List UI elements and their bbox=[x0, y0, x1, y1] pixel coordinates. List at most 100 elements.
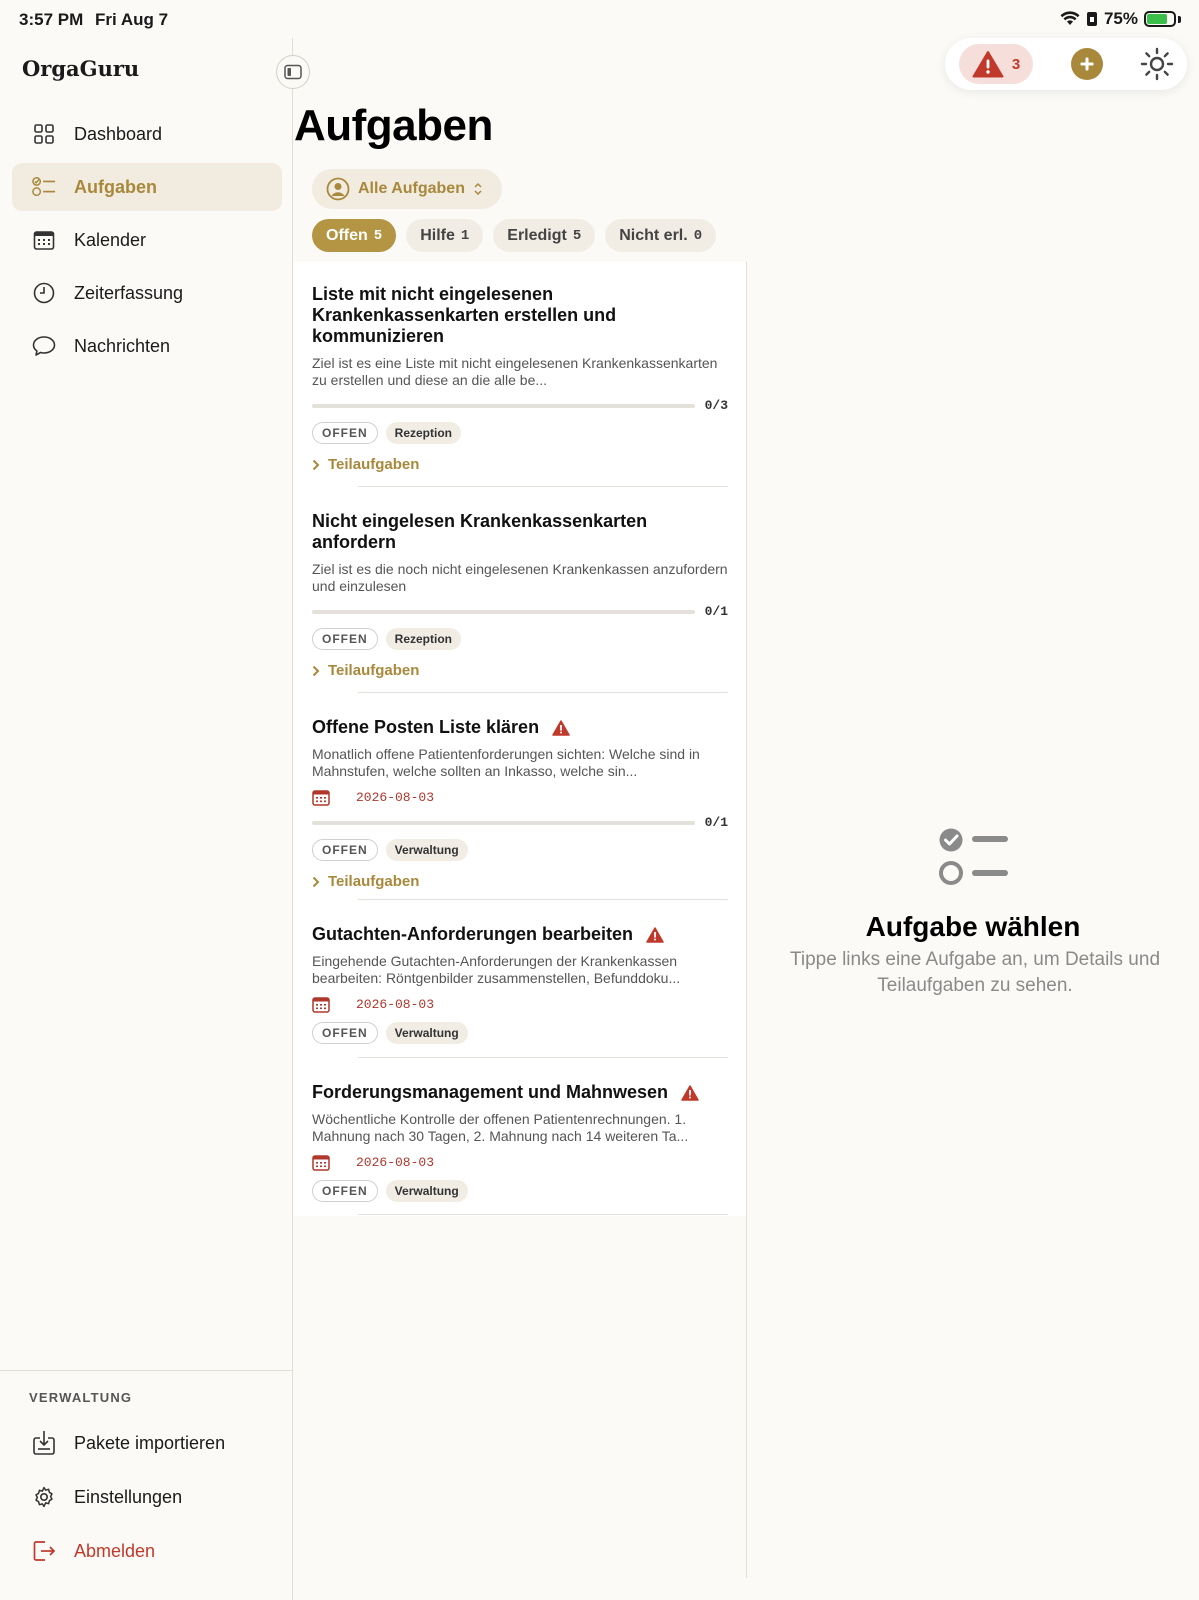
task-card[interactable]: Liste mit nicht eingelesenen Krankenkass… bbox=[312, 284, 728, 473]
task-tags: OFFEN Verwaltung bbox=[312, 1022, 728, 1044]
progress-label: 0/1 bbox=[704, 815, 728, 830]
task-card[interactable]: Forderungsmanagement und Mahnwesen Wöche… bbox=[312, 1082, 728, 1202]
task-title: Offene Posten Liste klären bbox=[312, 717, 728, 738]
plus-icon bbox=[1080, 57, 1094, 71]
tab-offen[interactable]: Offen 5 bbox=[312, 219, 397, 252]
subtasks-label: Teilaufgaben bbox=[328, 456, 420, 473]
sidebar-item-kalender[interactable]: Kalender bbox=[12, 216, 282, 264]
task-progress: 0/3 bbox=[312, 398, 728, 413]
tab-label: Offen bbox=[326, 226, 368, 244]
status-badge: OFFEN bbox=[312, 1022, 378, 1044]
calendar-icon bbox=[312, 1155, 330, 1171]
task-title-text: Gutachten-Anforderungen bearbeiten bbox=[312, 924, 634, 944]
task-description: Eingehende Gutachten-Anforderungen der K… bbox=[312, 953, 681, 986]
filter-dropdown[interactable]: Alle Aufgaben bbox=[312, 169, 502, 209]
subtasks-label: Teilaufgaben bbox=[328, 662, 420, 679]
main-nav: Dashboard Aufgaben Kalender Zeiterfassun… bbox=[12, 110, 282, 375]
logout-icon bbox=[32, 1539, 56, 1563]
status-date: Fri Aug 7 bbox=[95, 10, 169, 29]
battery-percent: 75% bbox=[1103, 9, 1138, 28]
tab-count: 5 bbox=[373, 227, 383, 244]
alert-count: 3 bbox=[1011, 55, 1021, 73]
person-circle-icon bbox=[326, 177, 350, 201]
sidebar-item-dashboard[interactable]: Dashboard bbox=[12, 110, 282, 158]
divider bbox=[358, 1057, 728, 1058]
sidebar-item-label: Nachrichten bbox=[74, 335, 171, 356]
alerts-button[interactable]: 3 bbox=[959, 44, 1033, 84]
divider bbox=[358, 486, 728, 487]
sidebar-item-aufgaben[interactable]: Aufgaben bbox=[12, 163, 282, 211]
lock-rotation-icon bbox=[1086, 12, 1097, 26]
due-date: 2026-08-03 bbox=[312, 1154, 728, 1171]
sidebar: OrgaGuru Dashboard Aufgaben Kalender Zei… bbox=[0, 38, 310, 1600]
sidebar-item-label: Aufgaben bbox=[74, 176, 157, 197]
task-progress: 0/1 bbox=[312, 815, 728, 830]
task-title-text: Offene Posten Liste klären bbox=[312, 717, 540, 737]
subtasks-label: Teilaufgaben bbox=[328, 873, 420, 890]
task-title: Nicht eingelesen Krankenkassenkarten anf… bbox=[312, 511, 648, 552]
sidebar-item-label: Dashboard bbox=[74, 123, 163, 144]
divider bbox=[358, 692, 728, 693]
task-description: Ziel ist es eine Liste mit nicht eingele… bbox=[312, 355, 718, 388]
admin-nav: Pakete importieren Einstellungen Abmelde… bbox=[12, 1418, 282, 1580]
divider bbox=[358, 899, 728, 900]
due-date-text: 2026-08-03 bbox=[356, 997, 435, 1012]
calendar-icon bbox=[312, 790, 330, 806]
progress-label: 0/3 bbox=[704, 398, 728, 413]
chevron-right-icon bbox=[312, 876, 320, 887]
sidebar-toggle-button[interactable] bbox=[276, 55, 310, 89]
progress-bar bbox=[312, 820, 695, 825]
chevron-right-icon bbox=[312, 459, 320, 470]
subtasks-toggle[interactable]: Teilaufgaben bbox=[312, 456, 728, 473]
warning-icon bbox=[681, 1085, 699, 1101]
empty-state-title: Aufgabe wählen bbox=[865, 911, 1081, 942]
due-date: 2026-08-03 bbox=[312, 789, 728, 806]
category-badge: Rezeption bbox=[385, 422, 462, 444]
tab-nicht-erledigt[interactable]: Nicht erl. 0 bbox=[605, 219, 717, 252]
progress-bar bbox=[312, 609, 695, 614]
warning-icon bbox=[552, 720, 570, 736]
calendar-icon bbox=[312, 997, 330, 1013]
gear-icon bbox=[32, 1485, 56, 1509]
sidebar-item-nachrichten[interactable]: Nachrichten bbox=[12, 322, 282, 370]
tab-count: 5 bbox=[572, 227, 582, 244]
tab-hilfe[interactable]: Hilfe 1 bbox=[406, 219, 484, 252]
checklist-placeholder-icon bbox=[939, 828, 1008, 885]
task-title: Forderungsmanagement und Mahnwesen bbox=[312, 1082, 728, 1103]
status-badge: OFFEN bbox=[312, 628, 378, 650]
theme-toggle-button[interactable] bbox=[1138, 45, 1176, 83]
sidebar-item-pakete-importieren[interactable]: Pakete importieren bbox=[12, 1418, 282, 1468]
task-card[interactable]: Nicht eingelesen Krankenkassenkarten anf… bbox=[312, 511, 728, 679]
sidebar-item-zeiterfassung[interactable]: Zeiterfassung bbox=[12, 269, 282, 317]
top-toolbar: 3 bbox=[945, 38, 1187, 90]
task-card[interactable]: Gutachten-Anforderungen bearbeiten Einge… bbox=[312, 924, 728, 1044]
tab-erledigt[interactable]: Erledigt 5 bbox=[493, 219, 596, 252]
checklist-icon bbox=[32, 175, 56, 199]
warning-icon bbox=[972, 51, 1004, 78]
task-title-text: Forderungsmanagement und Mahnwesen bbox=[312, 1082, 669, 1102]
brand-logo: OrgaGuru bbox=[22, 56, 140, 81]
chevron-right-icon bbox=[312, 665, 320, 676]
task-title: Gutachten-Anforderungen bearbeiten bbox=[312, 924, 728, 945]
category-badge: Rezeption bbox=[385, 628, 462, 650]
task-tags: OFFEN Verwaltung bbox=[312, 839, 728, 861]
subtasks-toggle[interactable]: Teilaufgaben bbox=[312, 873, 728, 890]
sidebar-item-label: Einstellungen bbox=[74, 1486, 183, 1507]
progress-label: 0/1 bbox=[704, 604, 728, 619]
sidebar-item-label: Abmelden bbox=[74, 1540, 156, 1561]
tab-count: 0 bbox=[693, 227, 703, 244]
due-date-text: 2026-08-03 bbox=[356, 790, 435, 805]
task-card[interactable]: Offene Posten Liste klären Monatlich off… bbox=[312, 717, 728, 890]
sidebar-item-abmelden[interactable]: Abmelden bbox=[12, 1526, 282, 1576]
tab-count: 1 bbox=[460, 227, 470, 244]
chat-bubble-icon bbox=[32, 334, 56, 358]
status-bar: 3:57 PM Fri Aug 7 75% bbox=[0, 0, 1199, 38]
page-title: Aufgaben bbox=[294, 101, 493, 150]
status-time: 3:57 PM bbox=[19, 10, 84, 29]
tab-label: Erledigt bbox=[507, 226, 567, 244]
subtasks-toggle[interactable]: Teilaufgaben bbox=[312, 662, 728, 679]
add-task-button[interactable] bbox=[1071, 48, 1103, 80]
chevron-updown-icon bbox=[474, 182, 482, 196]
empty-state-subtitle: Tippe links eine Aufgabe an, um Details … bbox=[789, 949, 1161, 996]
sidebar-item-einstellungen[interactable]: Einstellungen bbox=[12, 1472, 282, 1522]
